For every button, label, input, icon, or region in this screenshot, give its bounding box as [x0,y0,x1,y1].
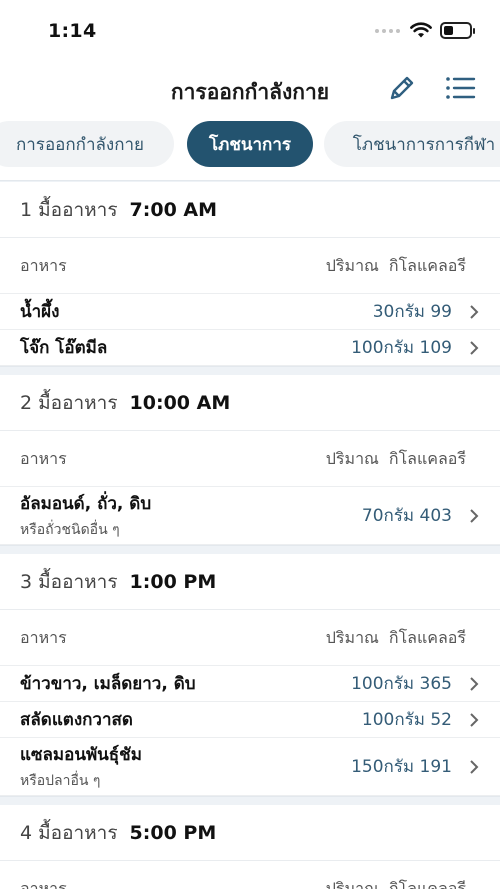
section-separator [0,796,500,805]
food-row[interactable]: สลัดแตงกวาสด 100กรัม 52 [0,702,500,738]
food-name: อัลมอนด์, ถั่ว, ดิบ [20,494,152,514]
tab-exercise[interactable]: การออกกำลังกาย [0,121,174,167]
food-quantity: 70กรัม 403 [361,506,452,526]
column-kcal: กิโลแคลอรี [388,449,466,468]
segment-tabs: การออกกำลังกาย โภชนาการ โภชนาการการกีฬา [0,118,500,180]
status-time: 1:14 [48,20,97,42]
column-food: อาหาร [20,256,67,275]
food-subtitle: หรือปลาอื่น ๆ [20,773,101,789]
meal-header: 3 มื้ออาหาร 1:00 PM [0,554,500,610]
meal-header: 1 มื้ออาหาร 7:00 AM [0,182,500,238]
status-bar: 1:14 [0,0,500,62]
column-food: อาหาร [20,628,67,647]
battery-icon [440,22,475,39]
food-quantity: 100กรัม 365 [351,674,452,694]
column-amount: ปริมาณ [325,628,379,647]
food-quantity: 100กรัม 109 [351,338,452,358]
meal-label: 4 มื้ออาหาร [20,821,118,844]
meal-time: 7:00 AM [129,198,218,221]
food-row[interactable]: ข้าวขาว, เมล็ดยาว, ดิบ 100กรัม 365 [0,666,500,702]
food-name: ข้าวขาว, เมล็ดยาว, ดิบ [20,674,196,694]
tab-sports-nutrition[interactable]: โภชนาการการกีฬา [324,121,500,167]
chevron-right-icon [470,676,479,691]
column-kcal: กิโลแคลอรี [388,256,466,275]
wifi-icon [410,22,432,38]
column-amount: ปริมาณ [325,879,379,889]
chevron-right-icon [470,340,479,355]
section-separator [0,366,500,375]
food-name: น้ำผึ้ง [20,302,60,322]
food-row[interactable]: โจ๊ก โอ๊ตมีล 100กรัม 109 [0,330,500,366]
food-name: สลัดแตงกวาสด [20,710,133,730]
chevron-right-icon [470,759,479,774]
pencil-icon[interactable] [386,72,418,104]
food-name: โจ๊ก โอ๊ตมีล [20,338,108,358]
meal-header: 2 มื้ออาหาร 10:00 AM [0,375,500,431]
chevron-right-icon [470,508,479,523]
food-name: แซลมอนพันธุ์ชัม [20,745,142,765]
meal-header: 4 มื้ออาหาร 5:00 PM [0,805,500,861]
column-food: อาหาร [20,449,67,468]
food-quantity: 100กรัม 52 [361,710,452,730]
column-kcal: กิโลแคลอรี [388,879,466,889]
status-icons [375,22,475,39]
column-header-row: อาหาร ปริมาณ กิโลแคลอรี [0,610,500,666]
meal-label: 1 มื้ออาหาร [20,198,118,221]
column-amount: ปริมาณ [325,256,379,275]
food-row[interactable]: แซลมอนพันธุ์ชัม หรือปลาอื่น ๆ 150กรัม 19… [0,738,500,796]
signal-dots-icon [375,28,400,33]
food-row[interactable]: น้ำผึ้ง 30กรัม 99 [0,294,500,330]
nav-bar: การออกกำลังกาย [0,62,500,118]
meal-label: 2 มื้ออาหาร [20,391,118,414]
food-quantity: 150กรัม 191 [351,757,452,777]
column-kcal: กิโลแคลอรี [388,628,466,647]
meal-time: 1:00 PM [129,570,217,593]
meal-time: 10:00 AM [129,391,231,414]
column-amount: ปริมาณ [325,449,379,468]
chevron-right-icon [470,712,479,727]
column-header-row: อาหาร ปริมาณ กิโลแคลอรี [0,238,500,294]
tab-nutrition[interactable]: โภชนาการ [187,121,313,167]
nav-actions [386,72,476,104]
chevron-right-icon [470,304,479,319]
food-subtitle: หรือถั่วชนิดอื่น ๆ [20,522,120,538]
meal-label: 3 มื้ออาหาร [20,570,118,593]
column-header-row: อาหาร ปริมาณ กิโลแคลอรี [0,861,500,889]
list-icon[interactable] [444,72,476,104]
food-quantity: 30กรัม 99 [372,302,452,322]
section-separator [0,545,500,554]
column-food: อาหาร [20,879,67,889]
column-header-row: อาหาร ปริมาณ กิโลแคลอรี [0,431,500,487]
meal-time: 5:00 PM [129,821,217,844]
food-row[interactable]: อัลมอนด์, ถั่ว, ดิบ หรือถั่วชนิดอื่น ๆ 7… [0,487,500,545]
